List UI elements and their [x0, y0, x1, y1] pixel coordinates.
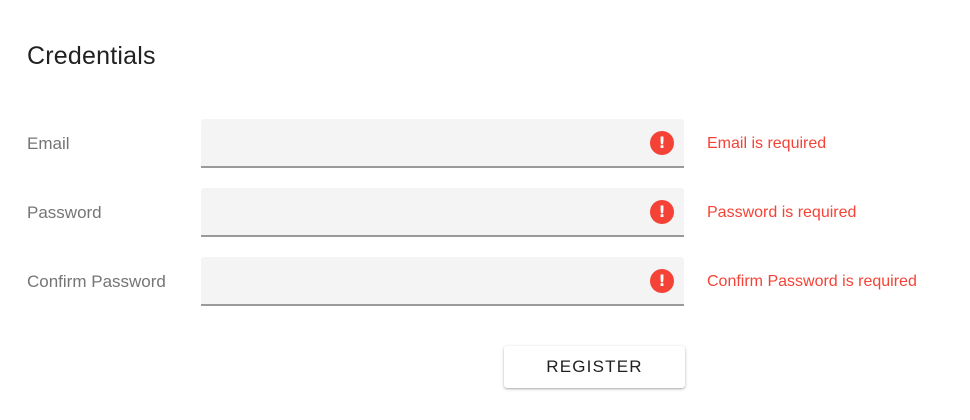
exclamation-icon: !	[650, 131, 674, 155]
password-field[interactable]	[201, 188, 659, 235]
confirm-password-field-container[interactable]: !	[201, 257, 684, 306]
password-row: Password ! Password is required	[0, 188, 970, 237]
exclamation-icon: !	[650, 269, 674, 293]
email-field-container[interactable]: !	[201, 119, 684, 168]
email-field[interactable]	[201, 119, 659, 166]
email-row: Email ! Email is required	[0, 119, 970, 168]
password-label: Password	[27, 203, 102, 222]
confirm-password-field[interactable]	[201, 257, 659, 304]
confirm-password-row: Confirm Password ! Confirm Password is r…	[0, 257, 970, 306]
email-label: Email	[27, 134, 70, 153]
form-title: Credentials	[27, 42, 156, 70]
register-button[interactable]: REGISTER	[504, 346, 685, 388]
confirm-password-label: Confirm Password	[27, 272, 166, 291]
confirm-password-error-message: Confirm Password is required	[707, 273, 917, 290]
email-error-message: Email is required	[707, 135, 827, 152]
credentials-form: Credentials Email ! Email is required Pa…	[0, 0, 970, 420]
password-field-container[interactable]: !	[201, 188, 684, 237]
exclamation-icon: !	[650, 200, 674, 224]
password-error-message: Password is required	[707, 204, 857, 221]
